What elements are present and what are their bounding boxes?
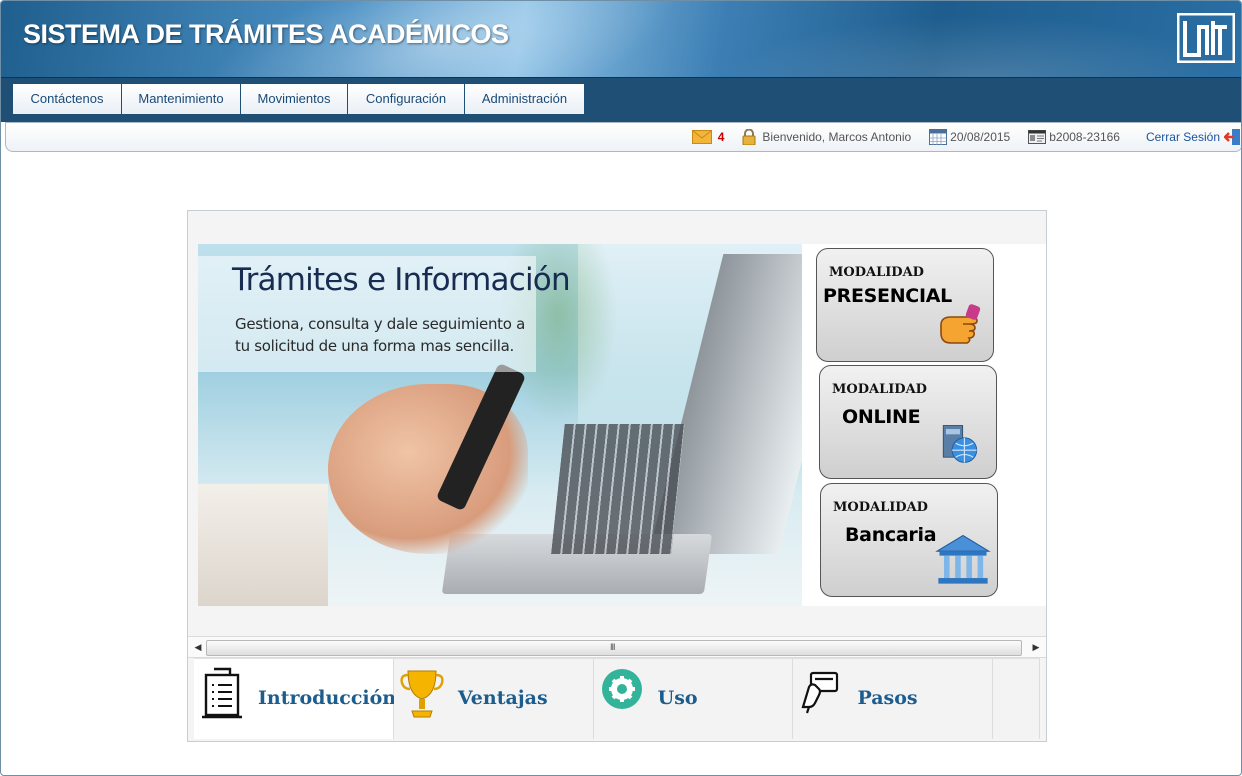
scroll-left-arrow[interactable]: ◀	[192, 640, 204, 654]
app-window: SISTEMA DE TRÁMITES ACADÉMICOS Contácten…	[0, 0, 1242, 776]
main-menu: Contáctenos Mantenimiento Movimientos Co…	[13, 84, 585, 114]
unan-logo-icon	[1177, 13, 1235, 63]
scrollbar-thumb[interactable]: III	[206, 640, 1022, 656]
user-id-text: b2008-23166	[1049, 130, 1120, 144]
hand-card-icon	[801, 671, 839, 714]
app-title: SISTEMA DE TRÁMITES ACADÉMICOS	[23, 19, 509, 49]
mail-icon	[691, 130, 712, 144]
header-banner: SISTEMA DE TRÁMITES ACADÉMICOS	[1, 1, 1241, 77]
tab-introduccion[interactable]: Introducción	[194, 659, 397, 739]
modalities-panel: MODALIDAD PRESENCIAL MODALIDAD ONLINE MO…	[802, 244, 1046, 606]
calendar-icon	[929, 129, 948, 145]
mode-name: ONLINE	[842, 406, 921, 428]
mail-indicator[interactable]: 4	[691, 130, 725, 144]
menu-item-configuracion[interactable]: Configuración	[348, 84, 465, 114]
mode-label: MODALIDAD	[832, 382, 927, 397]
tab-spacer	[993, 659, 1040, 739]
trophy-icon	[400, 670, 444, 718]
tab-label: Pasos	[857, 687, 918, 709]
menu-item-contactenos[interactable]: Contáctenos	[13, 84, 122, 114]
scroll-right-arrow[interactable]: ▶	[1030, 640, 1042, 654]
status-bar: 4 Bienvenido, Marcos Antonio 20/08/2015	[5, 122, 1241, 152]
mode-presencial-button[interactable]: MODALIDAD PRESENCIAL	[816, 248, 994, 362]
main-menu-bar: Contáctenos Mantenimiento Movimientos Co…	[1, 77, 1241, 122]
id-card-icon	[1028, 130, 1047, 144]
mode-online-button[interactable]: MODALIDAD ONLINE	[819, 365, 997, 479]
user-id: b2008-23166	[1028, 130, 1120, 144]
tab-pasos[interactable]: Pasos	[793, 659, 994, 739]
mode-name: Bancaria	[845, 524, 937, 546]
gear-icon	[601, 669, 642, 709]
date-text: 20/08/2015	[950, 130, 1011, 144]
mode-bancaria-button[interactable]: MODALIDAD Bancaria	[820, 483, 998, 597]
current-date: 20/08/2015	[929, 129, 1010, 145]
tab-label: Uso	[657, 687, 698, 709]
banner-image: Trámites e Información Gestiona, consult…	[198, 244, 806, 606]
document-list-icon	[202, 667, 242, 719]
mode-name: PRESENCIAL	[823, 285, 952, 307]
mode-label: MODALIDAD	[829, 265, 924, 280]
tab-ventajas[interactable]: Ventajas	[393, 659, 594, 739]
welcome-user: Bienvenido, Marcos Antonio	[742, 129, 911, 145]
welcome-text: Bienvenido, Marcos Antonio	[762, 130, 912, 144]
mail-count: 4	[717, 130, 725, 144]
lock-icon	[742, 129, 756, 145]
content-panel: Trámites e Información Gestiona, consult…	[187, 210, 1047, 742]
tab-label: Ventajas	[457, 687, 548, 709]
banner-title: Trámites e Información	[232, 262, 571, 298]
mode-label: MODALIDAD	[833, 500, 928, 515]
exit-door-icon	[1224, 129, 1240, 145]
menu-item-movimientos[interactable]: Movimientos	[241, 84, 348, 114]
scrollbar-grip: III	[610, 642, 615, 652]
tab-label: Introducción	[258, 687, 397, 709]
logout-link[interactable]: Cerrar Sesión	[1145, 128, 1241, 146]
pointing-hand-icon	[940, 304, 981, 344]
tab-uso[interactable]: Uso	[593, 659, 794, 739]
horizontal-scrollbar[interactable]: ◀ III ▶	[188, 636, 1046, 658]
menu-item-administracion[interactable]: Administración	[465, 84, 585, 114]
menu-item-mantenimiento[interactable]: Mantenimiento	[122, 84, 241, 114]
computer-globe-icon	[942, 425, 978, 463]
info-tabs: Introducción Ventajas Uso Pasos	[194, 658, 1040, 739]
banner-subtitle: Gestiona, consulta y dale seguimiento a …	[235, 315, 525, 355]
logout-label: Cerrar Sesión	[1145, 130, 1220, 144]
bank-icon	[935, 534, 991, 584]
